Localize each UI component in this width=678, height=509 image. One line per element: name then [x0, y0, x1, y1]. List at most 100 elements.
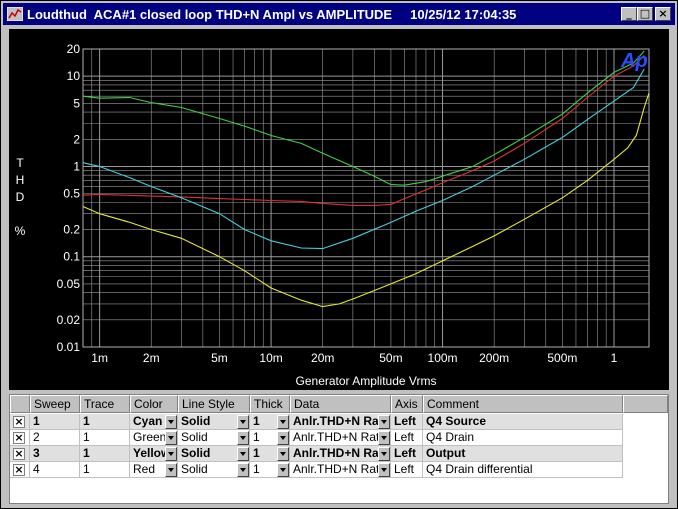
series-line — [82, 92, 650, 308]
sweep-cell[interactable]: 4 — [30, 462, 80, 478]
y-tick-label: 0.1 — [63, 250, 80, 264]
title-bar[interactable]: Loudthud ACA#1 closed loop THD+N Ampl vs… — [3, 3, 675, 25]
table-row[interactable]: × 3 1 Yellow Solid 1 Anlr.THD+N Ratio Left Outpu… — [10, 446, 668, 462]
data-cell[interactable]: Anlr.THD+N Ratio — [290, 446, 391, 462]
line-style-cell[interactable]: Solid — [178, 414, 250, 430]
enable-checkbox[interactable]: × — [13, 416, 25, 428]
maximize-icon: □ — [639, 7, 651, 20]
enable-checkbox[interactable]: × — [13, 432, 25, 444]
trace-cell[interactable]: 1 — [80, 414, 130, 430]
thick-cell[interactable]: 1 — [250, 430, 290, 446]
line-style-cell[interactable]: Solid — [178, 430, 250, 446]
dropdown-arrow-icon[interactable] — [378, 447, 390, 461]
data-cell[interactable]: Anlr.THD+N Ratio — [290, 462, 391, 478]
dropdown-arrow-icon[interactable] — [277, 447, 289, 461]
x-tick-label: 5m — [211, 351, 228, 365]
column-header[interactable]: Trace — [80, 395, 130, 413]
color-cell[interactable]: Yellow — [130, 446, 178, 462]
comment-cell[interactable]: Q4 Source — [423, 414, 623, 430]
comment-cell-text: Q4 Source — [426, 414, 487, 428]
comment-cell[interactable]: Output — [423, 446, 623, 462]
column-header[interactable]: Thick — [250, 395, 290, 413]
axis-cell[interactable]: Left — [391, 414, 423, 430]
trace-cell[interactable]: 1 — [80, 430, 130, 446]
dropdown-arrow-icon[interactable] — [165, 463, 177, 477]
enable-checkbox[interactable]: × — [13, 464, 25, 476]
sweep-cell[interactable]: 2 — [30, 430, 80, 446]
close-button[interactable]: × — [655, 7, 671, 21]
trace-cell[interactable]: 1 — [80, 446, 130, 462]
app-window: Loudthud ACA#1 closed loop THD+N Ampl vs… — [0, 0, 678, 509]
enable-checkbox-cell[interactable]: × — [10, 446, 30, 462]
dropdown-arrow-icon[interactable] — [165, 431, 177, 445]
color-cell-text: Green — [133, 430, 167, 444]
dropdown-arrow-icon[interactable] — [237, 415, 249, 429]
enable-checkbox[interactable]: × — [13, 448, 25, 460]
thick-cell-text: 1 — [253, 430, 260, 444]
y-axis-label: % — [15, 224, 26, 238]
thick-cell[interactable]: 1 — [250, 414, 290, 430]
axis-cell-text: Left — [394, 446, 416, 460]
x-tick-label: 10m — [259, 351, 282, 365]
comment-cell[interactable]: Q4 Drain differential — [423, 462, 623, 478]
data-cell[interactable]: Anlr.THD+N Ratio — [290, 430, 391, 446]
enable-checkbox-cell[interactable]: × — [10, 414, 30, 430]
color-cell[interactable]: Green — [130, 430, 178, 446]
y-axis-label: D — [16, 190, 25, 204]
thick-cell[interactable]: 1 — [250, 462, 290, 478]
column-header[interactable] — [10, 395, 30, 413]
sweep-cell[interactable]: 1 — [30, 414, 80, 430]
dropdown-arrow-icon[interactable] — [237, 447, 249, 461]
line-style-cell-text: Solid — [181, 462, 208, 476]
dropdown-arrow-icon[interactable] — [165, 447, 177, 461]
axis-cell[interactable]: Left — [391, 462, 423, 478]
maximize-button[interactable]: □ — [637, 7, 653, 21]
data-cell[interactable]: Anlr.THD+N Ratio — [290, 414, 391, 430]
dropdown-arrow-icon[interactable] — [378, 463, 390, 477]
column-header[interactable]: Comment — [423, 395, 623, 413]
thick-cell[interactable]: 1 — [250, 446, 290, 462]
dropdown-arrow-icon[interactable] — [165, 415, 177, 429]
dropdown-arrow-icon[interactable] — [237, 431, 249, 445]
column-header[interactable]: Axis — [391, 395, 423, 413]
column-header[interactable]: Color — [130, 395, 178, 413]
thick-cell-text: 1 — [253, 414, 260, 428]
line-style-cell[interactable]: Solid — [178, 462, 250, 478]
enable-checkbox-cell[interactable]: × — [10, 462, 30, 478]
table-row[interactable]: × 2 1 Green Solid 1 Anlr.THD+N Ratio Left Q4 Dra… — [10, 430, 668, 446]
dropdown-arrow-icon[interactable] — [277, 463, 289, 477]
dropdown-arrow-icon[interactable] — [378, 415, 390, 429]
table-row[interactable]: × 1 1 Cyan Solid 1 Anlr.THD+N Ratio Left Q4 Sour… — [10, 414, 668, 430]
dropdown-arrow-icon[interactable] — [277, 415, 289, 429]
enable-checkbox-cell[interactable]: × — [10, 430, 30, 446]
app-logo-icon — [7, 7, 23, 21]
y-tick-label: 0.01 — [57, 340, 81, 354]
dropdown-arrow-icon[interactable] — [277, 431, 289, 445]
thick-cell-text: 1 — [253, 462, 260, 476]
sweep-cell[interactable]: 3 — [30, 446, 80, 462]
column-header[interactable]: Sweep — [30, 395, 80, 413]
axis-cell[interactable]: Left — [391, 446, 423, 462]
trace-cell[interactable]: 1 — [80, 462, 130, 478]
dropdown-arrow-icon[interactable] — [237, 463, 249, 477]
x-tick-label: 100m — [428, 351, 458, 365]
dropdown-arrow-icon[interactable] — [378, 431, 390, 445]
sweep-cell-text: 1 — [33, 414, 40, 428]
minimize-button[interactable]: _ — [621, 7, 637, 21]
color-cell[interactable]: Red — [130, 462, 178, 478]
column-header[interactable]: Data — [290, 395, 391, 413]
axis-cell[interactable]: Left — [391, 430, 423, 446]
y-tick-label: 0.05 — [57, 277, 81, 291]
table-row[interactable]: × 4 1 Red Solid 1 Anlr.THD+N Ratio Left Q4 Drain… — [10, 462, 668, 478]
x-tick-label: 1m — [91, 351, 108, 365]
comment-cell[interactable]: Q4 Drain — [423, 430, 623, 446]
close-icon: × — [658, 7, 668, 20]
color-cell[interactable]: Cyan — [130, 414, 178, 430]
column-header[interactable]: Line Style — [178, 395, 250, 413]
x-tick-label: 200m — [479, 351, 509, 365]
line-style-cell[interactable]: Solid — [178, 446, 250, 462]
y-tick-label: 10 — [67, 69, 81, 83]
line-style-cell-text: Solid — [181, 446, 211, 460]
series-line — [82, 55, 645, 206]
data-cell-text: Anlr.THD+N Ratio — [293, 414, 391, 428]
